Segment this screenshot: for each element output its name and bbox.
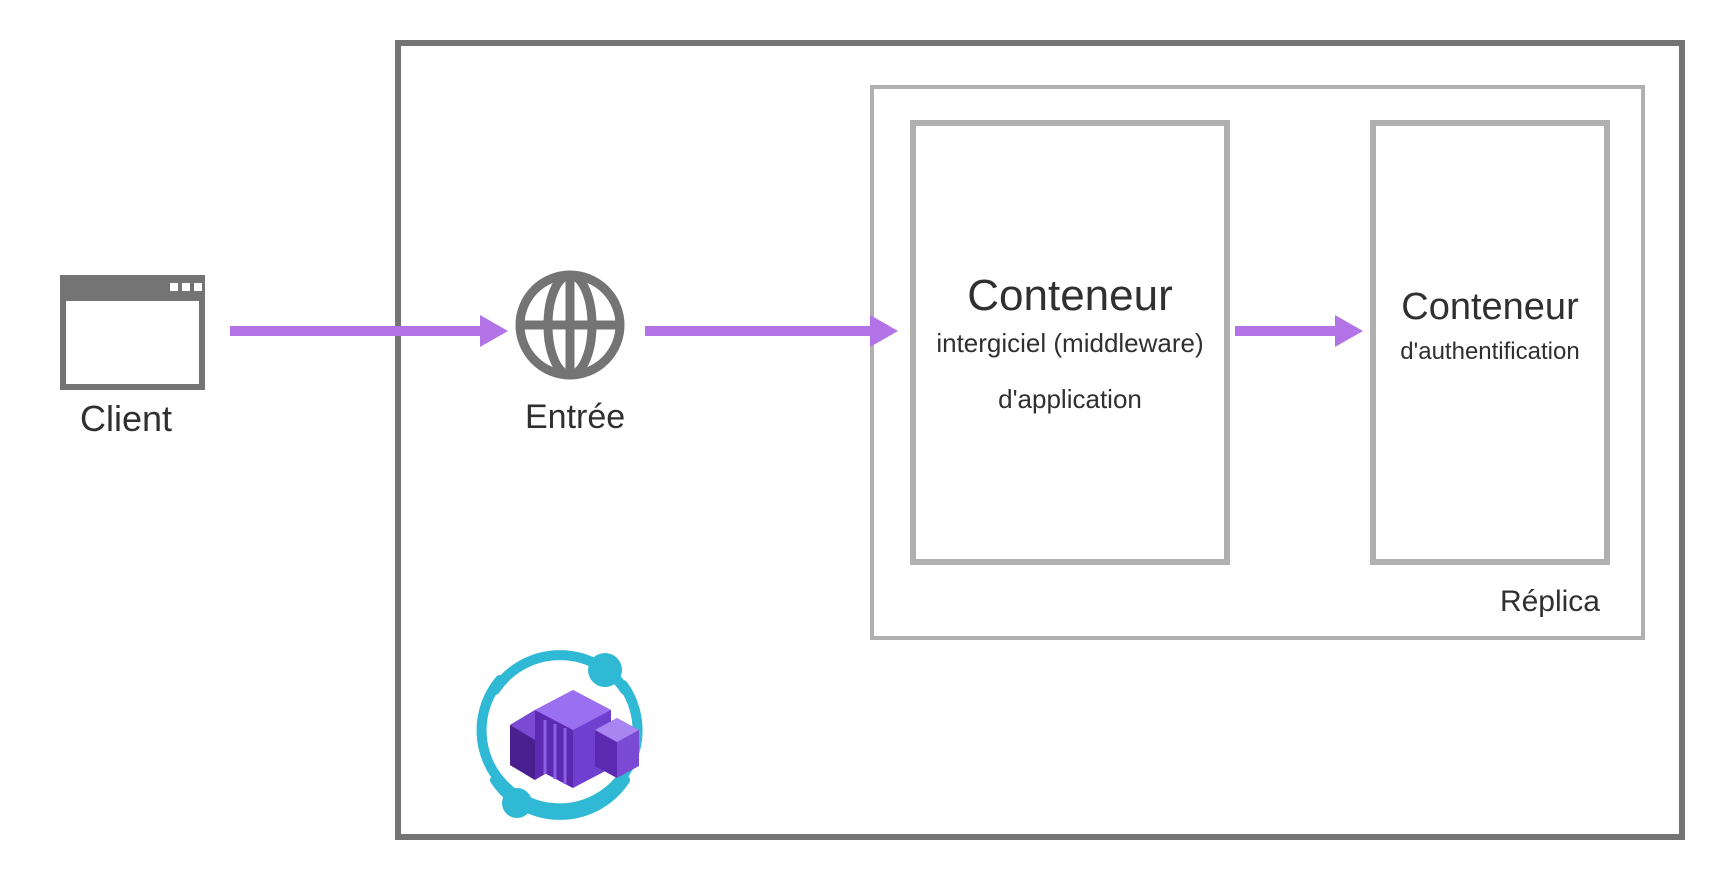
container-auth: Conteneur d'authentification bbox=[1370, 120, 1610, 565]
container-middleware-line2: d'application bbox=[916, 384, 1224, 415]
container-auth-line1: d'authentification bbox=[1376, 338, 1604, 366]
arrow-client-to-ingress bbox=[230, 326, 480, 336]
arrow-middleware-to-auth bbox=[1235, 326, 1335, 336]
client-label: Client bbox=[80, 398, 172, 440]
client-window-icon bbox=[60, 275, 205, 390]
replica-label: Réplica bbox=[1300, 585, 1600, 619]
arrow-ingress-to-middleware bbox=[645, 326, 870, 336]
ingress-label: Entrée bbox=[525, 398, 625, 437]
container-middleware-line1: intergiciel (middleware) bbox=[916, 328, 1224, 359]
globe-icon bbox=[510, 265, 630, 385]
container-middleware-title: Conteneur bbox=[916, 271, 1224, 321]
azure-container-apps-icon bbox=[455, 640, 665, 830]
container-middleware: Conteneur intergiciel (middleware) d'app… bbox=[910, 120, 1230, 565]
container-auth-title: Conteneur bbox=[1376, 286, 1604, 329]
diagram-canvas: Réplica Conteneur intergiciel (middlewar… bbox=[0, 0, 1732, 894]
